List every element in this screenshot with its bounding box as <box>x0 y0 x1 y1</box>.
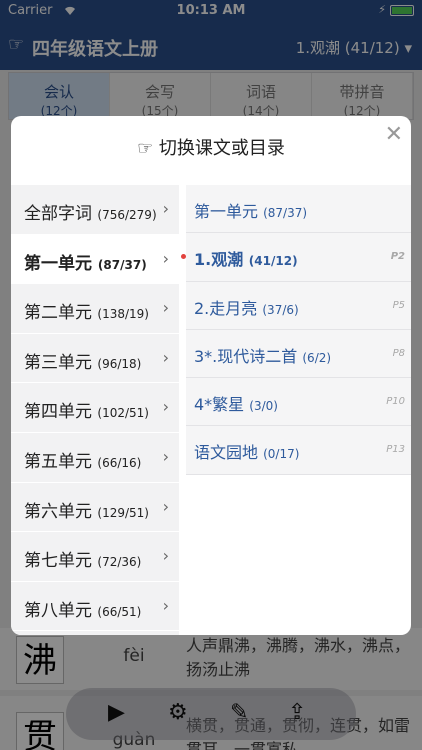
chevron-right-icon: › <box>162 248 169 268</box>
chevron-right-icon: › <box>162 199 169 218</box>
unit-item[interactable]: 第一单元 (87/37) › <box>11 234 179 285</box>
lesson-item[interactable]: 3*.现代诗二首 (6/2) P8 <box>186 329 411 379</box>
dialog-header: ☞ 切换课文或目录 ✕ <box>11 116 411 185</box>
unit-item[interactable]: 第四单元 (102/51) › <box>11 383 179 433</box>
lesson-item-current[interactable]: 1.观潮 (41/12) P2 <box>181 233 411 282</box>
chevron-right-icon: › <box>162 397 169 417</box>
close-icon[interactable]: ✕ <box>385 122 403 147</box>
chevron-right-icon: › <box>162 595 169 615</box>
dialog-title: ☞ 切换课文或目录 <box>137 138 285 159</box>
lesson-item[interactable]: 第一单元 (87/37) <box>186 185 411 234</box>
lesson-item[interactable]: 4*繁星 (3/0) P10 <box>186 378 411 427</box>
unit-item[interactable]: 第五单元 (66/16) › <box>11 433 179 483</box>
lesson-item[interactable]: 2.走月亮 (37/6) P5 <box>186 281 411 330</box>
chevron-right-icon: › <box>162 347 169 367</box>
chevron-right-icon: › <box>162 546 169 566</box>
switch-lesson-dialog: ☞ 切换课文或目录 ✕ 全部字词 (756/279) › 第一单元 (87/37)… <box>11 116 411 635</box>
unit-item[interactable]: 第二单元 (138/19) › <box>11 284 179 334</box>
chevron-right-icon: › <box>162 496 169 516</box>
chevron-right-icon: › <box>162 446 169 466</box>
unit-item[interactable]: 第八单元 (66/51) › <box>11 582 179 632</box>
unit-item[interactable]: 第三单元 (96/18) › <box>11 334 179 384</box>
lesson-list: 第一单元 (87/37) 1.观潮 (41/12) P2 2.走月亮 (37/6)… <box>181 185 411 635</box>
unit-item[interactable]: 第七单元 (72/36) › <box>11 532 179 582</box>
pointing-hand-icon: ☞ <box>137 138 159 159</box>
unit-item[interactable]: 第六单元 (129/51) › <box>11 483 179 533</box>
lesson-item[interactable]: 语文园地 (0/17) P13 <box>186 426 411 475</box>
chevron-right-icon: › <box>162 298 169 318</box>
unit-list: 全部字词 (756/279) › 第一单元 (87/37) › 第二单元 (138/… <box>11 185 179 635</box>
current-indicator-dot <box>181 254 186 260</box>
unit-item[interactable]: 全部字词 (756/279) › <box>11 185 179 235</box>
